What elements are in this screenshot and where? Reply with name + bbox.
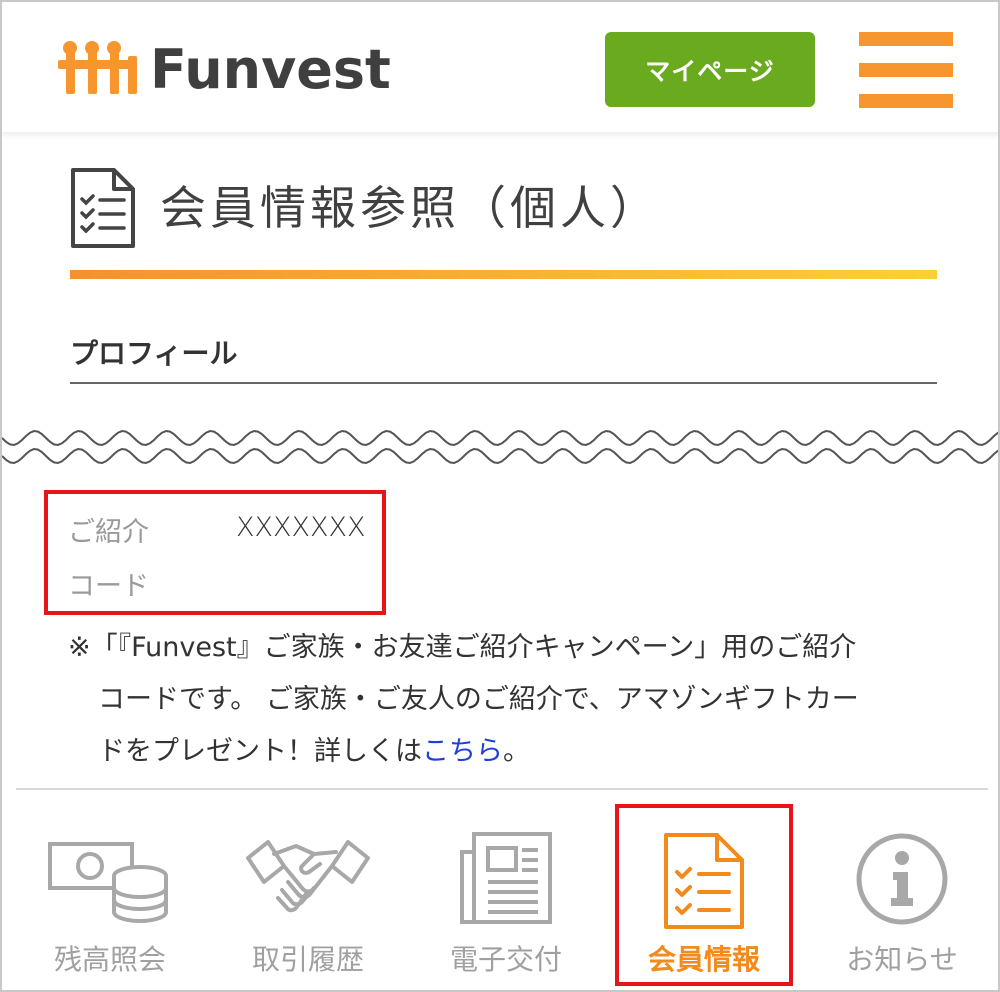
nav-item-notices[interactable]: お知らせ	[804, 790, 998, 990]
details-link[interactable]: こちら	[422, 736, 503, 767]
page-title: 会員情報参照（個人）	[160, 181, 660, 235]
nav-label-balance: 残高照会	[53, 944, 166, 975]
hamburger-menu-icon[interactable]	[859, 32, 953, 108]
info-icon	[856, 833, 948, 925]
document-list-icon	[71, 168, 135, 248]
referral-note: ※「『Funvest』ご家族・お友達ご紹介キャンペーン」用のご紹介 コードです。…	[68, 622, 968, 778]
wavy-cut-divider	[2, 430, 998, 464]
title-underline	[70, 270, 937, 279]
bottom-nav: 残高照会 取引履歴 電子交付 会員情報 お知らせ	[2, 790, 998, 990]
nav-item-balance[interactable]: 残高照会	[12, 790, 208, 990]
logo-text: Funvest	[150, 38, 391, 101]
funvest-logo[interactable]: Funvest	[58, 38, 391, 102]
nav-label-transactions: 取引履歴	[251, 944, 364, 975]
page-title-row: 会員情報参照（個人）	[70, 167, 660, 249]
referral-code-label-line1: ご紹介	[68, 517, 149, 548]
balance-icon	[48, 842, 168, 924]
newspaper-icon	[460, 832, 552, 924]
referral-code-value: XXXXXXX	[236, 512, 366, 543]
nav-label-notices: お知らせ	[846, 944, 958, 975]
header: Funvest マイページ	[2, 2, 998, 132]
logo-mark-icon	[58, 41, 137, 94]
referral-code-label-line2: コード	[68, 571, 149, 602]
handshake-icon	[246, 840, 370, 913]
nav-label-e-delivery: 電子交付	[449, 944, 562, 975]
nav-item-e-delivery[interactable]: 電子交付	[408, 790, 604, 990]
note-line-3: ドをプレゼント！詳しくはこちら。	[68, 726, 968, 778]
section-divider	[70, 382, 937, 384]
nav-item-transactions[interactable]: 取引履歴	[210, 790, 406, 990]
note-line-3-end: 。	[503, 736, 530, 767]
note-line-3-text: ドをプレゼント！詳しくは	[98, 736, 422, 767]
app-frame: Funvest マイページ 会員情報参照（個人） プロフィール ご紹介 コード …	[0, 0, 1000, 992]
note-line-2: コードです。 ご家族・ご友人のご紹介で、アマゾンギフトカー	[98, 684, 859, 715]
note-line-1: ※「『Funvest』ご家族・お友達ご紹介キャンペーン」用のご紹介	[68, 632, 857, 663]
section-heading-profile: プロフィール	[70, 337, 238, 370]
mypage-button[interactable]: マイページ	[605, 32, 815, 107]
member-info-highlight	[615, 804, 793, 986]
